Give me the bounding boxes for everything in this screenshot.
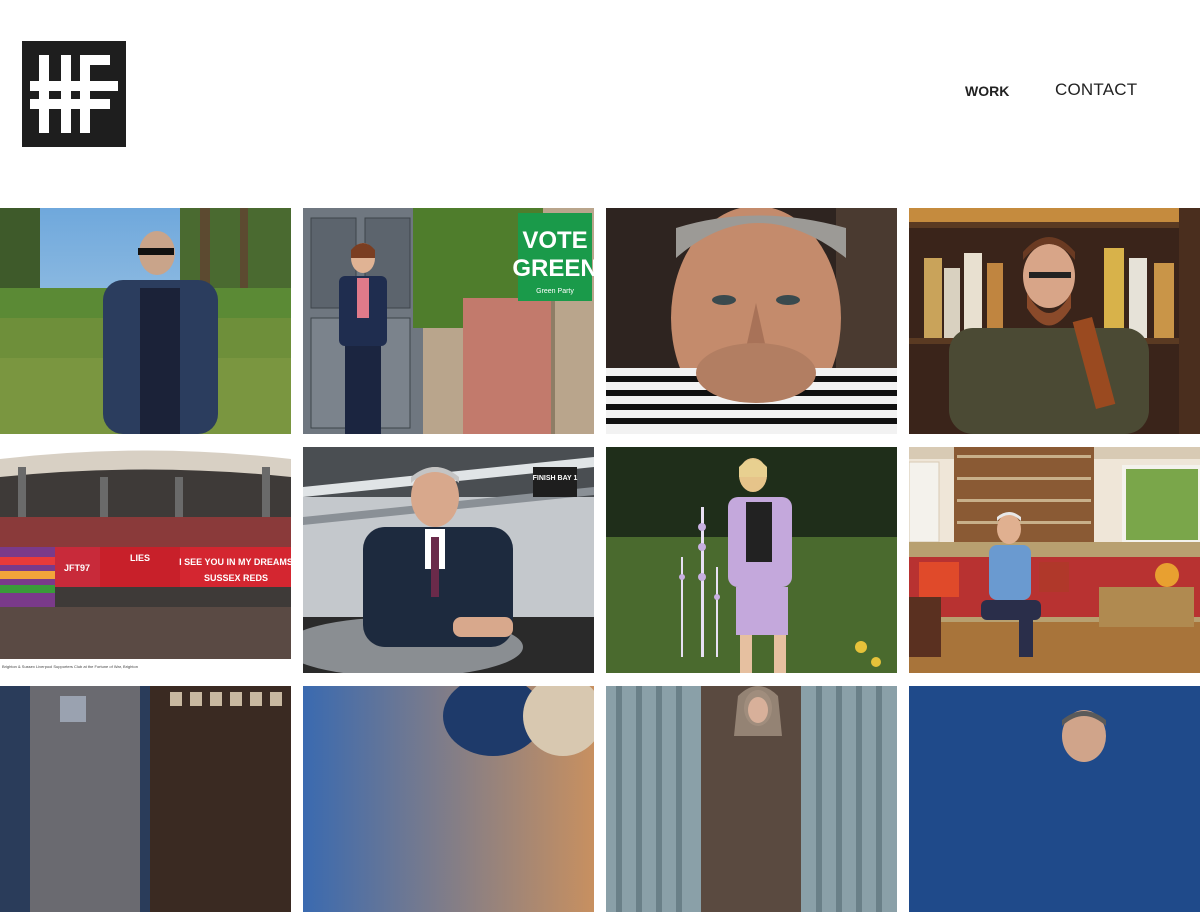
- photo-man-in-field: [0, 208, 291, 434]
- banner-lies-text: LIES: [130, 553, 150, 563]
- main-nav: WORK CONTACT: [0, 80, 1200, 102]
- photo-man-blue-background: [909, 686, 1200, 912]
- photo-man-long-hair: [606, 686, 897, 912]
- gallery-tile-man-curtains[interactable]: [606, 686, 897, 912]
- gallery-tile-football-fans[interactable]: LIES I SEE YOU IN MY DREAMS SUSSEX REDS …: [0, 447, 291, 673]
- nav-contact-link[interactable]: CONTACT: [1055, 80, 1137, 100]
- banner-sussex-text: SUSSEX REDS: [204, 573, 268, 583]
- photo-building-dusk: [0, 686, 291, 912]
- photo-man-with-whisky: [909, 208, 1200, 434]
- finish-bay-sign-text: FINISH BAY 1: [533, 475, 578, 482]
- gallery-tile-sky-barrels[interactable]: [303, 686, 594, 912]
- gallery-tile-man-blue[interactable]: [909, 686, 1200, 912]
- gallery-tile-building-dusk[interactable]: [0, 686, 291, 912]
- photo-man-in-library: [909, 447, 1200, 673]
- sign-green-text: GREEN: [512, 255, 594, 282]
- sign-vote-text: VOTE: [522, 227, 587, 254]
- gallery-tile-vote-green[interactable]: VOTE GREEN Green Party: [303, 208, 594, 434]
- gallery-tile-man-car[interactable]: FINISH BAY 1: [303, 447, 594, 673]
- photo-football-fans: LIES I SEE YOU IN MY DREAMS SUSSEX REDS …: [0, 447, 291, 673]
- photo-man-leaning-on-car: FINISH BAY 1: [303, 447, 594, 673]
- gallery-tile-lilac-suit[interactable]: [606, 447, 897, 673]
- gallery-tile-man-field[interactable]: [0, 208, 291, 434]
- nav-work-link[interactable]: WORK: [965, 83, 1009, 99]
- photo-sky-barrels: [303, 686, 594, 912]
- banner-jft97-text: JFT97: [64, 563, 90, 573]
- banner-dreams-text: I SEE YOU IN MY DREAMS: [179, 557, 291, 567]
- photo-woman-lilac-suit: [606, 447, 897, 673]
- sign-party-text: Green Party: [536, 288, 574, 295]
- gallery-tile-whisky[interactable]: [909, 208, 1200, 434]
- photo-woman-vote-green: VOTE GREEN Green Party: [303, 208, 594, 434]
- photo-caption: Brighton & Sussex Liverpool Supporters C…: [2, 664, 138, 669]
- gallery-tile-library-room[interactable]: [909, 447, 1200, 673]
- photo-older-man-closeup: [606, 208, 897, 434]
- gallery-tile-portrait-closeup[interactable]: [606, 208, 897, 434]
